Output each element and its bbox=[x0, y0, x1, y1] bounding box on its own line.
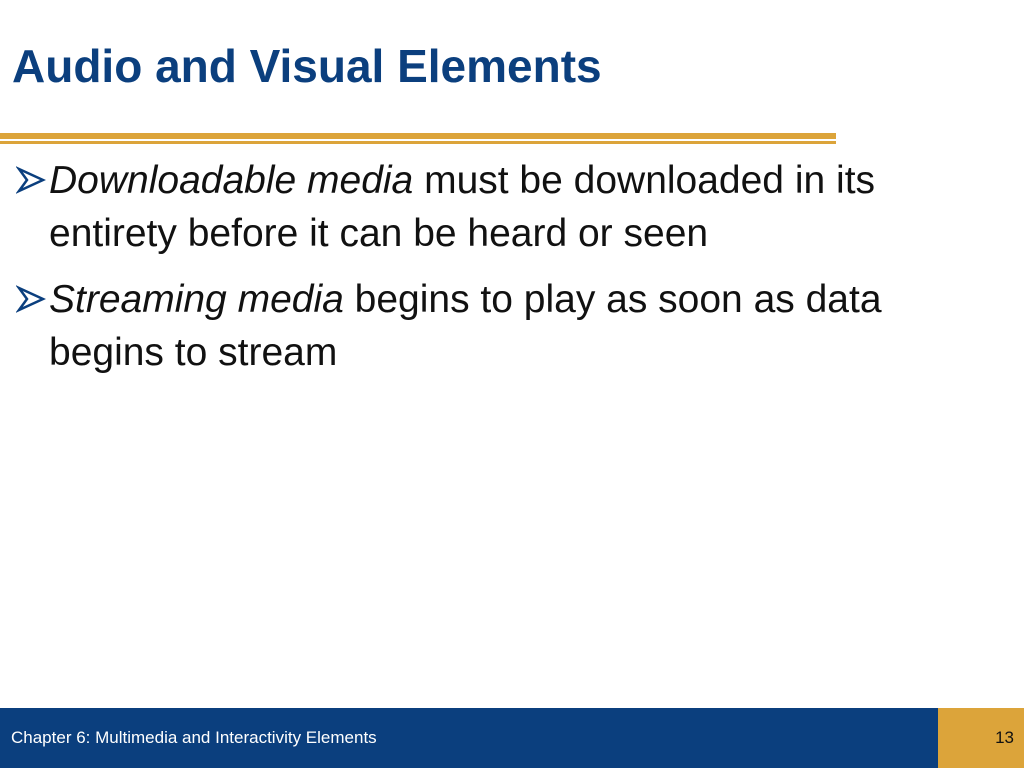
bullet-list: Downloadable media must be downloaded in… bbox=[16, 154, 976, 392]
title-divider-thick bbox=[0, 133, 836, 139]
page-number-box: 13 bbox=[938, 708, 1024, 768]
bullet-term: Streaming media bbox=[49, 278, 344, 321]
page-number: 13 bbox=[995, 728, 1014, 747]
footer-bar: Chapter 6: Multimedia and Interactivity … bbox=[0, 708, 938, 768]
footer-chapter-title: Chapter 6: Multimedia and Interactivity … bbox=[11, 728, 377, 747]
bullet-item: Streaming media begins to play as soon a… bbox=[16, 273, 976, 379]
arrow-bullet-icon bbox=[16, 285, 46, 313]
slide-title: Audio and Visual Elements bbox=[12, 40, 602, 92]
arrow-bullet-icon bbox=[16, 166, 46, 194]
bullet-item: Downloadable media must be downloaded in… bbox=[16, 154, 976, 260]
bullet-term: Downloadable media bbox=[49, 159, 414, 202]
title-divider-thin bbox=[0, 141, 836, 144]
